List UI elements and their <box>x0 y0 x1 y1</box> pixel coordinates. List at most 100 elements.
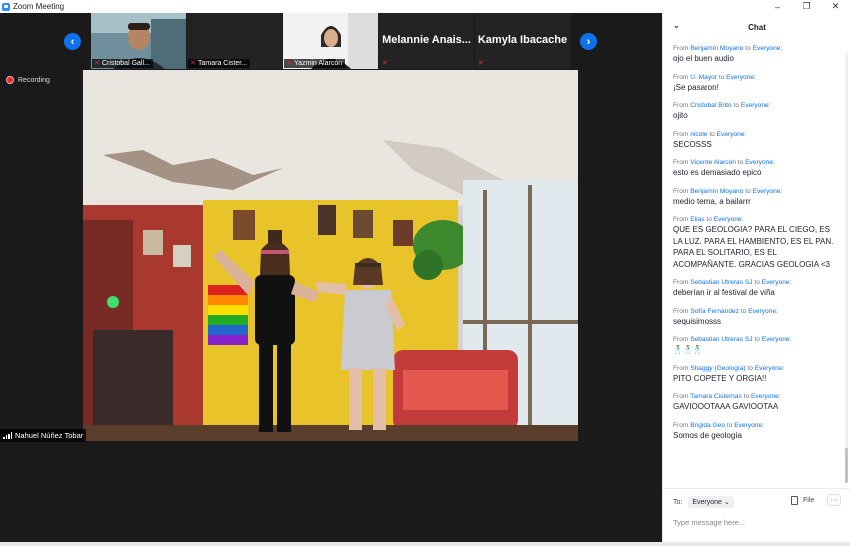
chat-message-text: esto es demasiado epico <box>673 168 762 177</box>
chat-message-text: PITO COPETE Y ORGIA!! <box>673 373 767 383</box>
chat-message: From Sebastian Utreras SJ to Everyone: de… <box>673 278 838 299</box>
chat-message: From Elias to Everyone: QUE ES GEOLOGIA? … <box>673 215 838 270</box>
chat-title: Chat <box>748 22 766 32</box>
chat-meta-prefix: From <box>673 421 689 429</box>
chat-meta-to: to <box>743 393 750 400</box>
chat-message-list: From Benjamín Moyano to Everyone: ojo el … <box>673 44 838 449</box>
recording-indicator[interactable]: Recording <box>6 76 50 84</box>
chat-meta-to: to <box>737 159 744 166</box>
chat-message-text: 🕺🕺🕺 <box>673 345 703 354</box>
chat-meta-to: to <box>706 216 712 223</box>
chat-meta-prefix: From <box>673 187 689 195</box>
chat-message: From Tamara Cisternas to Everyone: GAVIOO… <box>673 392 838 413</box>
chat-message: From nicole to Everyone: SECOSSS <box>673 130 838 151</box>
participant-tile[interactable]: Kamyla Ibacache ✕ <box>475 13 570 69</box>
gallery-next-button[interactable]: › <box>580 33 597 50</box>
gallery-prev-button[interactable]: ‹ <box>64 33 81 50</box>
chat-scrollbar[interactable] <box>845 53 848 483</box>
chat-meta-to: to <box>745 45 751 52</box>
chat-sender: Brigida Geo <box>690 421 726 429</box>
record-icon <box>6 76 14 84</box>
chat-meta-prefix: From <box>673 45 689 52</box>
chat-recipient: Everyone: <box>745 159 775 166</box>
chat-recipient: Everyone: <box>754 364 785 372</box>
file-icon <box>791 496 798 505</box>
chat-message: From Benjamín Moyano to Everyone: ojo el … <box>673 44 838 65</box>
chat-meta-to: to <box>733 102 740 109</box>
mic-muted-icon: ✕ <box>286 60 292 67</box>
participant-status: ✕ <box>476 59 489 68</box>
chat-message-text: ojito <box>673 111 688 120</box>
participant-tile[interactable]: Melannie Anais... ✕ <box>379 13 474 69</box>
speaker-video-frame <box>83 70 578 441</box>
participant-name: ✕ Yazmin Alarcón <box>284 59 346 68</box>
chat-message-meta: From Shaggy (Geología) to Everyone: <box>673 364 838 373</box>
chat-sender: Vicente Alarcón <box>690 159 736 166</box>
chat-recipient: Everyone: <box>761 336 792 343</box>
chat-meta-prefix: From <box>673 307 689 315</box>
zoom-logo-icon <box>2 2 10 11</box>
chat-recipient: Everyone: <box>752 187 783 195</box>
chat-recipient: Everyone: <box>716 130 747 138</box>
participant-name-large: Kamyla Ibacache <box>477 34 568 46</box>
chat-message: From Sebastian Utreras SJ to Everyone: 🕺🕺… <box>673 335 838 356</box>
participant-tile[interactable]: ✕ Tamara Cister... <box>187 13 282 69</box>
chat-message-meta: From Sebastian Utreras SJ to Everyone: <box>673 335 838 344</box>
minimize-button[interactable]: – <box>763 0 792 13</box>
chat-meta-prefix: From <box>673 73 689 81</box>
chat-message: From Brigida Geo to Everyone: Somos de ge… <box>673 421 838 442</box>
participant-status: ✕ <box>380 59 393 68</box>
active-speaker-name: Nahuel Núñez Tobar <box>15 431 84 440</box>
chat-meta-to: to <box>726 421 733 429</box>
chat-scrollbar-thumb[interactable] <box>845 448 848 483</box>
chat-header: ⌄ Chat <box>663 13 850 41</box>
chat-recipient: Everyone: <box>740 102 771 109</box>
chat-message: From U. Mayor to Everyone: ¡Se pasaron! <box>673 73 838 94</box>
chat-message-text: SECOSSS <box>673 139 712 149</box>
chat-recipient: Everyone: <box>713 216 744 223</box>
chat-sender: Benjamín Moyano <box>690 45 744 52</box>
chat-sender: Sofía Fernández <box>690 307 739 315</box>
chevron-down-icon[interactable]: ⌄ <box>673 21 680 30</box>
participant-tile[interactable]: ✕ Yazmin Alarcón <box>283 13 378 69</box>
participant-tile[interactable]: ✕ Cristobal Gall... <box>91 13 186 69</box>
file-button[interactable]: File <box>791 496 814 505</box>
chat-message-meta: From Cristobal Brito to Everyone: <box>673 101 838 110</box>
chat-message: From Sofía Fernández to Everyone: sequisi… <box>673 307 838 328</box>
chat-recipient: Everyone: <box>734 421 764 429</box>
chat-message: From Cristobal Brito to Everyone: ojito <box>673 101 838 122</box>
recipient-select[interactable]: Everyone ⌄ <box>688 496 734 508</box>
chat-meta-prefix: From <box>673 336 689 343</box>
chat-recipient: Everyone: <box>748 307 778 315</box>
chat-message-meta: From Vicente Alarcón to Everyone: <box>673 158 838 167</box>
more-options-button[interactable]: ··· <box>827 494 841 506</box>
chat-message-meta: From U. Mayor to Everyone: <box>673 73 838 82</box>
chat-meta-to: to <box>754 279 760 286</box>
chat-message-meta: From Elias to Everyone: <box>673 215 838 224</box>
participant-name: ✕ Cristobal Gall... <box>92 59 153 68</box>
chat-recipient: Everyone: <box>726 73 756 81</box>
mic-muted-icon: ✕ <box>94 60 100 67</box>
chat-meta-prefix: From <box>673 279 689 286</box>
chat-message-meta: From Sofía Fernández to Everyone: <box>673 307 838 316</box>
chat-message-input[interactable] <box>673 515 833 529</box>
mic-muted-icon: ✕ <box>382 60 388 67</box>
chat-message: From Benjamín Moyano to Everyone: medio t… <box>673 187 838 208</box>
chat-message-meta: From Benjamín Moyano to Everyone: <box>673 44 838 53</box>
chat-message-meta: From Tamara Cisternas to Everyone: <box>673 392 838 401</box>
chat-meta-prefix: From <box>673 130 689 138</box>
chat-meta-to: to <box>740 307 747 315</box>
close-button[interactable]: ✕ <box>821 0 850 13</box>
restore-button[interactable]: ❐ <box>792 0 821 13</box>
chat-message-text: ojo el buen audio <box>673 54 734 63</box>
recording-label: Recording <box>18 76 50 84</box>
chat-recipient: Everyone: <box>761 279 792 286</box>
chat-message-meta: From Sebastian Utreras SJ to Everyone: <box>673 278 838 287</box>
chat-recipient: Everyone: <box>752 45 783 52</box>
zoom-window: Zoom Meeting – ❐ ✕ ‹ ✕Cristobal Gall... <box>0 0 850 546</box>
file-label: File <box>803 497 815 504</box>
chat-message-text: deberían ir al festival de viña <box>673 288 775 297</box>
chat-recipient-row: To: Everyone ⌄ <box>673 496 734 508</box>
chat-sender: Benjamín Moyano <box>690 187 744 195</box>
bottom-edge <box>0 542 850 546</box>
